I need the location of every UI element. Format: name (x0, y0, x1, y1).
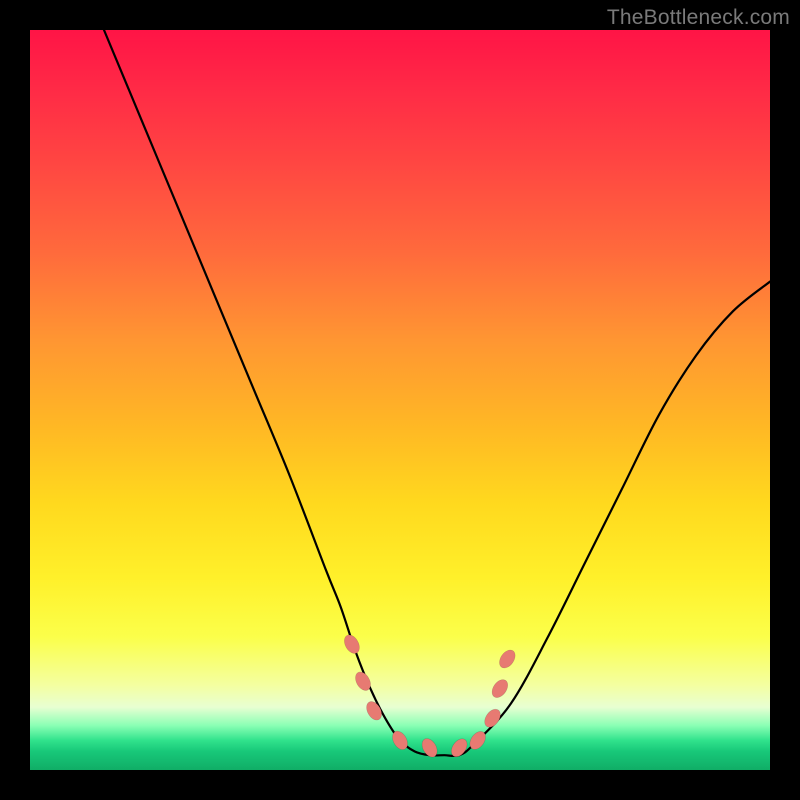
chart-frame: TheBottleneck.com (0, 0, 800, 800)
plot-area (30, 30, 770, 770)
marker-dot (341, 632, 362, 656)
bottleneck-chart (30, 30, 770, 770)
marker-group (341, 632, 518, 759)
marker-dot (496, 647, 518, 671)
watermark-text: TheBottleneck.com (607, 6, 790, 30)
bottleneck-curve-path (104, 30, 770, 756)
marker-dot (489, 677, 511, 701)
